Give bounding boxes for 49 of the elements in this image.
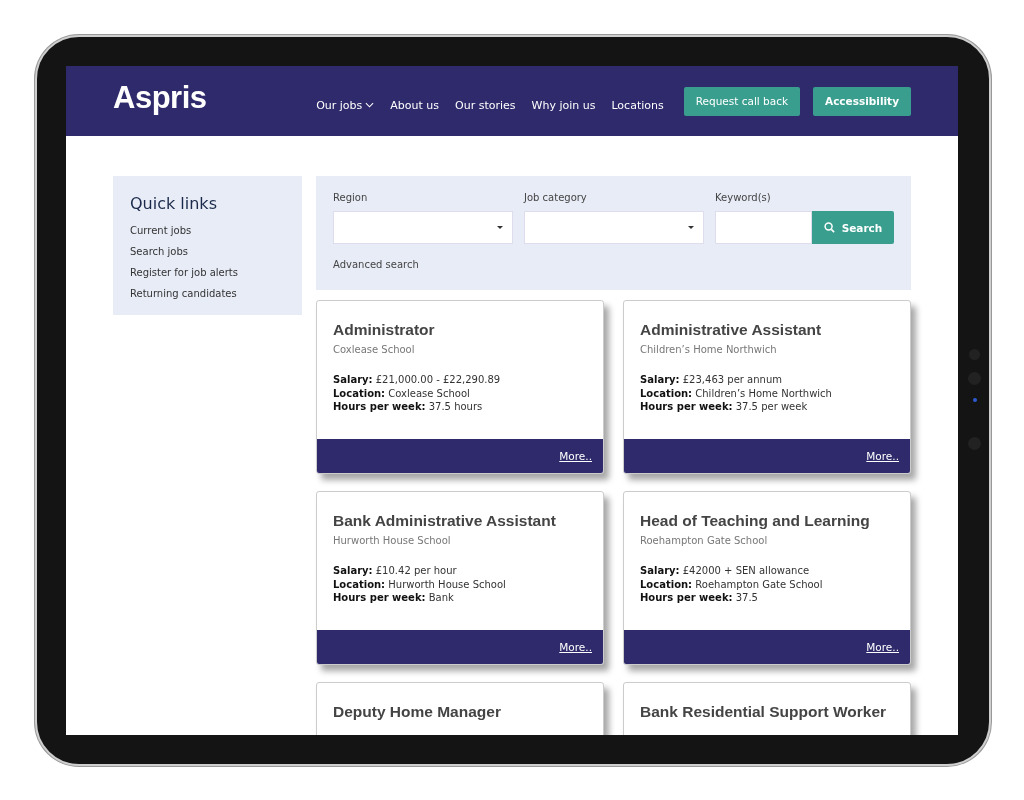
job-school: Hurworth House School [333, 535, 452, 546]
job-detail: Hours per week: Bank [333, 591, 455, 605]
nav-link[interactable]: Locations [611, 98, 664, 112]
job-detail: Hours per week: 37.5 per week [640, 400, 809, 414]
job-title: Bank Residential Support Worker [640, 703, 888, 721]
more-link[interactable]: More.. [559, 450, 592, 462]
caret-icon [688, 226, 694, 229]
nav-link[interactable]: Why join us [531, 98, 596, 112]
more-link[interactable]: More.. [866, 450, 899, 462]
nav-link[interactable]: About us [390, 98, 440, 112]
dropdown-field[interactable] [524, 211, 704, 244]
job-detail: Location: Coxlease School [333, 386, 471, 400]
field-label: Keyword(s) [715, 192, 772, 203]
job-title: Administrative Assistant [640, 321, 823, 339]
job-school: Coxlease School [333, 344, 416, 355]
dropdown-field[interactable] [333, 211, 513, 244]
job-detail: Salary: £42000 + SEN allowance [640, 564, 811, 578]
quick-link[interactable]: Current jobs [130, 225, 285, 236]
job-detail: Salary: £10.42 per hour [333, 564, 458, 578]
caret-icon [497, 226, 503, 229]
search-icon [823, 222, 835, 233]
job-title: Bank Administrative Assistant [333, 512, 557, 530]
nav-link[interactable]: Our jobs [316, 98, 375, 112]
job-detail: Hours per week: 37.5 [640, 591, 759, 605]
keyword-field[interactable] [715, 211, 812, 244]
job-title: Administrator [333, 321, 436, 339]
advanced-search-link[interactable]: Advanced search [333, 259, 419, 270]
quick-link[interactable]: Search jobs [130, 246, 285, 257]
chevron-down-icon [365, 102, 375, 108]
job-detail: Location: Hurworth House School [333, 577, 507, 591]
job-title: Deputy Home Manager [333, 703, 502, 721]
nav-link[interactable]: Our stories [455, 98, 516, 112]
site-logo[interactable]: Aspris [113, 80, 207, 116]
quick-links-title: Quick links [130, 194, 218, 213]
more-link[interactable]: More.. [559, 641, 592, 653]
job-school: Roehampton Gate School [640, 535, 769, 546]
sensor-icon [973, 398, 977, 402]
job-detail: Location: Children’s Home Northwich [640, 386, 833, 400]
quick-link[interactable]: Returning candidates [130, 288, 285, 299]
job-detail: Salary: £23,463 per annum [640, 373, 783, 387]
job-detail: Salary: £21,000.00 - £22,290.89 [333, 373, 502, 387]
field-label: Job category [524, 192, 588, 203]
more-link[interactable]: More.. [866, 641, 899, 653]
job-school: Children’s Home Northwich [640, 344, 778, 355]
field-label: Region [333, 192, 369, 203]
job-title: Head of Teaching and Learning [640, 512, 871, 530]
job-detail: Hours per week: 37.5 hours [333, 400, 484, 414]
quick-link[interactable]: Register for job alerts [130, 267, 285, 278]
job-detail: Location: Roehampton Gate School [640, 577, 824, 591]
